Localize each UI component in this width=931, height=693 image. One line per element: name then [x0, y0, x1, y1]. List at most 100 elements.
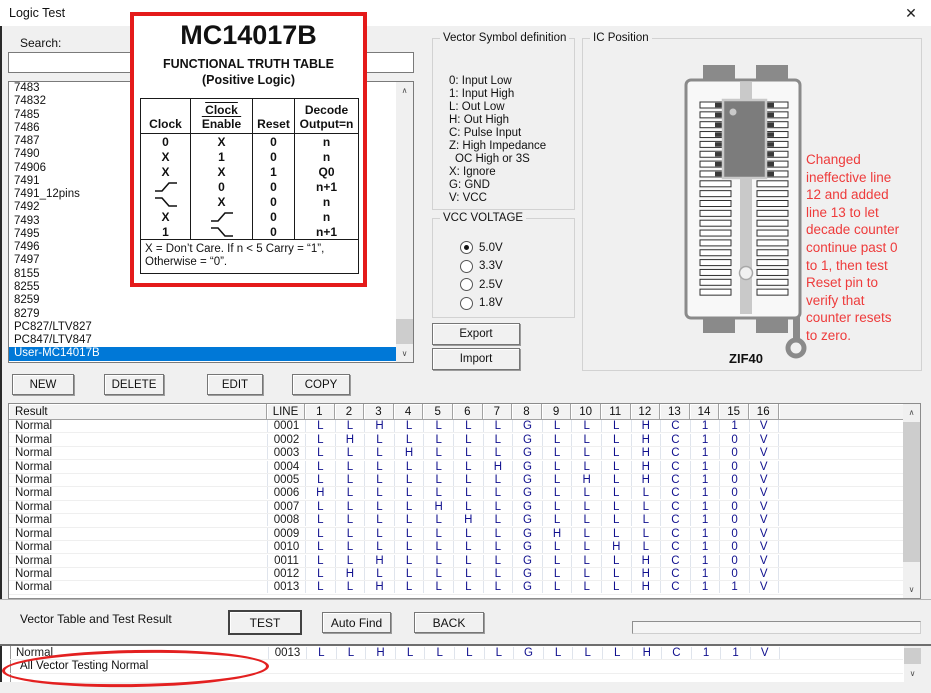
result-table-column-header[interactable]: 1 — [305, 404, 335, 420]
result-table-column-header[interactable]: 13 — [660, 404, 690, 420]
scroll-up-icon[interactable]: ∧ — [396, 82, 413, 99]
truth-table-row: X0n — [141, 194, 358, 209]
value-cell: L — [394, 568, 424, 580]
result-cell: Normal — [9, 514, 267, 526]
radio-button-icon[interactable] — [460, 278, 473, 291]
table-row[interactable]: Normal0006HLLLLLLGLLLLC10V — [9, 487, 920, 500]
result-table-column-header[interactable]: 16 — [749, 404, 779, 420]
table-row[interactable]: Normal0001LLHLLLLGLLLHC11V — [9, 420, 920, 433]
result-table-column-header[interactable]: 11 — [601, 404, 631, 420]
scroll-thumb[interactable] — [396, 319, 413, 344]
edit-button[interactable]: EDIT — [207, 374, 263, 395]
vcc-radio-5.0V[interactable]: 5.0V — [460, 241, 503, 254]
table-row[interactable]: Normal0002LHLLLLLGLLLHC10V — [9, 433, 920, 446]
value-cell: L — [394, 581, 424, 593]
fragment-scrollbar[interactable]: ∨ — [904, 646, 921, 682]
value-cell: L — [601, 581, 631, 593]
list-item[interactable]: User-MC14017B — [9, 347, 397, 360]
result-table-column-header[interactable]: LINE — [267, 404, 305, 420]
truth-table-cell: X — [191, 194, 253, 209]
scroll-down-icon[interactable]: ∨ — [904, 665, 921, 682]
scroll-down-icon[interactable]: ∨ — [903, 581, 920, 598]
scroll-thumb[interactable] — [904, 648, 921, 664]
table-row[interactable]: Normal0005LLLLLLLGLHLHC10V — [9, 474, 920, 487]
table-row[interactable]: Normal0008LLLLLHLGLLLLC10V — [9, 514, 920, 527]
value-cell: L — [335, 581, 365, 593]
new-button[interactable]: NEW — [12, 374, 74, 395]
result-table-column-header[interactable]: 6 — [453, 404, 483, 420]
table-row[interactable]: Normal0013LLHLLLLGLLLHC11V — [9, 581, 920, 594]
export-button[interactable]: Export — [432, 323, 520, 345]
import-button[interactable]: Import — [432, 348, 520, 370]
value-cell: L — [305, 474, 335, 486]
chip-list-scrollbar[interactable]: ∧ ∨ — [396, 82, 413, 362]
line-cell: 0007 — [267, 501, 305, 513]
table-row[interactable]: Normal0003LLLHLLLGLLLHC10V — [9, 447, 920, 460]
vcc-radio-3.3V[interactable]: 3.3V — [460, 260, 503, 273]
table-row[interactable]: Normal0004LLLLLLHGLLLHC10V — [9, 460, 920, 473]
list-item[interactable]: 8259 — [9, 294, 397, 307]
result-table-column-header[interactable]: 10 — [571, 404, 601, 420]
truth-table-row: X0n — [141, 209, 358, 224]
value-cell: L — [542, 461, 572, 473]
table-row[interactable]: Normal0009LLLLLLLGHLLLC10V — [9, 528, 920, 541]
truth-table-column-header: DecodeOutput=n — [295, 99, 358, 133]
annotation-line: to 1, then test — [806, 257, 926, 275]
scroll-thumb[interactable] — [903, 422, 920, 562]
table-row[interactable]: Normal0010LLLLLLLGLLHLC10V — [9, 541, 920, 554]
table-row[interactable]: Normal0012LHLLLLLGLLLHC10V — [9, 568, 920, 581]
copy-button[interactable]: COPY — [292, 374, 350, 395]
close-icon[interactable]: ✕ — [899, 3, 923, 23]
annotation-line: decade counter — [806, 221, 926, 239]
table-row[interactable]: Normal0011LLHLLLLGLLLHC10V — [9, 554, 920, 567]
result-table-column-header[interactable]: 8 — [512, 404, 542, 420]
result-table-column-header[interactable]: 9 — [542, 404, 572, 420]
value-cell: V — [749, 474, 779, 486]
result-table-column-header[interactable]: 7 — [483, 404, 513, 420]
result-table-column-header[interactable]: 3 — [364, 404, 394, 420]
scroll-down-icon[interactable]: ∨ — [396, 345, 413, 362]
value-cell: G — [512, 501, 542, 513]
value-cell: C — [660, 541, 690, 553]
truth-table-cell: n — [295, 194, 358, 209]
radio-button-icon[interactable] — [460, 260, 473, 273]
line-cell: 0003 — [267, 447, 305, 459]
value-cell: L — [601, 474, 631, 486]
result-table-column-header[interactable]: 14 — [690, 404, 720, 420]
value-cell: L — [364, 461, 394, 473]
result-table-scrollbar[interactable]: ∧ ∨ — [903, 404, 920, 598]
radio-button-icon[interactable] — [460, 297, 473, 310]
back-button[interactable]: BACK — [414, 612, 484, 633]
vector-symbol-line: G: GND — [449, 179, 546, 192]
scroll-up-icon[interactable]: ∧ — [903, 404, 920, 421]
result-table-column-header[interactable]: 15 — [719, 404, 749, 420]
list-item[interactable]: PC827/LTV827 — [9, 321, 397, 334]
value-cell: L — [631, 501, 661, 513]
vcc-radio-1.8V[interactable]: 1.8V — [460, 297, 503, 310]
result-bottom-fragment: Normal0013LLHLLLLGLLLHC11V All Vector Te… — [2, 646, 904, 682]
result-table-column-header[interactable]: 2 — [335, 404, 365, 420]
delete-button[interactable]: DELETE — [104, 374, 164, 395]
result-cell: Normal — [9, 434, 267, 446]
truth-table-cell: 0 — [253, 209, 295, 224]
table-row[interactable]: Normal0013LLHLLLLGLLLHC11V — [10, 647, 903, 660]
value-cell: L — [453, 420, 483, 432]
result-table-column-header[interactable]: 12 — [631, 404, 661, 420]
table-row[interactable]: Normal0007LLLLHLLGLLLLC10V — [9, 501, 920, 514]
truth-table-cell: X — [141, 209, 191, 224]
result-table-column-header[interactable]: Result — [9, 404, 267, 420]
auto-find-button[interactable]: Auto Find — [322, 612, 391, 633]
list-item[interactable]: PC847/LTV847 — [9, 334, 397, 347]
value-cell: L — [335, 514, 365, 526]
result-table-column-header[interactable]: 4 — [394, 404, 424, 420]
value-cell: L — [394, 461, 424, 473]
value-cell: L — [423, 487, 453, 499]
test-button[interactable]: TEST — [228, 610, 302, 635]
truth-table-cell: 0 — [253, 149, 295, 164]
value-cell: L — [423, 474, 453, 486]
vcc-radio-2.5V[interactable]: 2.5V — [460, 278, 503, 291]
value-cell: H — [335, 568, 365, 580]
radio-button-icon[interactable] — [460, 241, 473, 254]
result-table-column-header[interactable]: 5 — [423, 404, 453, 420]
list-item[interactable]: 8279 — [9, 308, 397, 321]
